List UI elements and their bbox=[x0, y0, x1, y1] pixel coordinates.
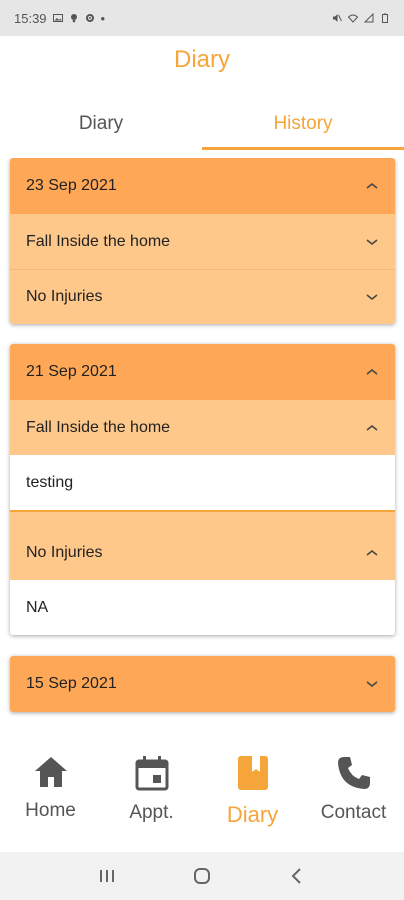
divider bbox=[10, 510, 395, 525]
status-bar: 15:39 • bbox=[0, 0, 404, 36]
tab-bar: Diary History bbox=[0, 98, 404, 150]
home-icon bbox=[34, 757, 67, 787]
entry-date: 21 Sep 2021 bbox=[26, 363, 117, 380]
entry-card: 23 Sep 2021 Fall Inside the home No Inju… bbox=[10, 158, 395, 324]
status-time: 15:39 bbox=[14, 10, 47, 26]
chevron-down-icon bbox=[366, 238, 378, 245]
system-nav-bar bbox=[0, 852, 404, 900]
nav-label: Appt. bbox=[129, 802, 174, 823]
chevron-up-icon bbox=[366, 549, 378, 556]
entry-item-label: No Injuries bbox=[26, 543, 103, 561]
status-dot: • bbox=[100, 10, 106, 26]
nav-home[interactable]: Home bbox=[0, 742, 101, 852]
battery-icon bbox=[382, 13, 388, 23]
entry-card: 15 Sep 2021 bbox=[10, 656, 395, 712]
nav-label: Contact bbox=[320, 802, 387, 823]
chevron-down-icon bbox=[366, 294, 378, 300]
phone-icon bbox=[337, 757, 370, 789]
entry-item-detail-text: NA bbox=[26, 598, 49, 616]
nav-contact[interactable]: Contact bbox=[303, 742, 404, 852]
entry-item-label: No Injuries bbox=[26, 288, 103, 305]
home-circle-icon bbox=[193, 868, 210, 884]
entry-item[interactable]: No Injuries bbox=[10, 525, 395, 580]
entry-item-label: Fall Inside the home bbox=[26, 232, 171, 250]
nav-label: Diary bbox=[226, 802, 279, 827]
nav-appt[interactable]: Appt. bbox=[101, 742, 202, 852]
chevron-up-icon bbox=[366, 424, 378, 431]
entry-date-header[interactable]: 21 Sep 2021 bbox=[10, 344, 395, 400]
entry-item-label: Fall Inside the home bbox=[26, 418, 171, 436]
back-icon bbox=[291, 868, 301, 884]
nav-label: Home bbox=[25, 800, 76, 821]
system-home-button[interactable] bbox=[182, 861, 222, 891]
wifi-icon bbox=[348, 14, 358, 23]
bulb-icon bbox=[70, 14, 77, 23]
entry-item[interactable]: Fall Inside the home bbox=[10, 214, 395, 269]
calendar-icon bbox=[135, 756, 168, 791]
nav-diary[interactable]: Diary bbox=[202, 742, 303, 852]
entry-item-detail: NA bbox=[10, 580, 395, 635]
entry-item[interactable]: Fall Inside the home bbox=[10, 400, 395, 455]
entry-date: 23 Sep 2021 bbox=[26, 177, 117, 194]
chevron-down-icon bbox=[366, 681, 378, 687]
mute-icon bbox=[333, 14, 342, 22]
recents-button[interactable] bbox=[87, 861, 127, 891]
back-button[interactable] bbox=[277, 861, 317, 891]
entry-date-header[interactable]: 15 Sep 2021 bbox=[10, 656, 395, 712]
book-icon bbox=[237, 756, 268, 790]
tab-diary[interactable]: Diary bbox=[0, 98, 202, 150]
entry-item[interactable]: No Injuries bbox=[10, 269, 395, 324]
chevron-up-icon bbox=[366, 183, 378, 189]
history-list: 23 Sep 2021 Fall Inside the home No Inju… bbox=[0, 158, 404, 724]
recents-icon bbox=[100, 870, 115, 882]
chevron-up-icon bbox=[366, 369, 378, 375]
entry-card: 21 Sep 2021 Fall Inside the home testing… bbox=[10, 344, 395, 635]
entry-item-detail-text: testing bbox=[26, 473, 74, 491]
entry-item-detail: testing bbox=[10, 455, 395, 510]
bottom-nav: Home Appt. Diary Contact bbox=[0, 742, 404, 852]
page-title: Diary bbox=[173, 46, 230, 73]
entry-date-header[interactable]: 23 Sep 2021 bbox=[10, 158, 395, 214]
gallery-icon bbox=[52, 14, 63, 22]
tab-history[interactable]: History bbox=[202, 98, 404, 150]
entry-date: 15 Sep 2021 bbox=[26, 675, 117, 692]
settings-icon bbox=[85, 14, 94, 22]
signal-icon bbox=[364, 13, 374, 23]
